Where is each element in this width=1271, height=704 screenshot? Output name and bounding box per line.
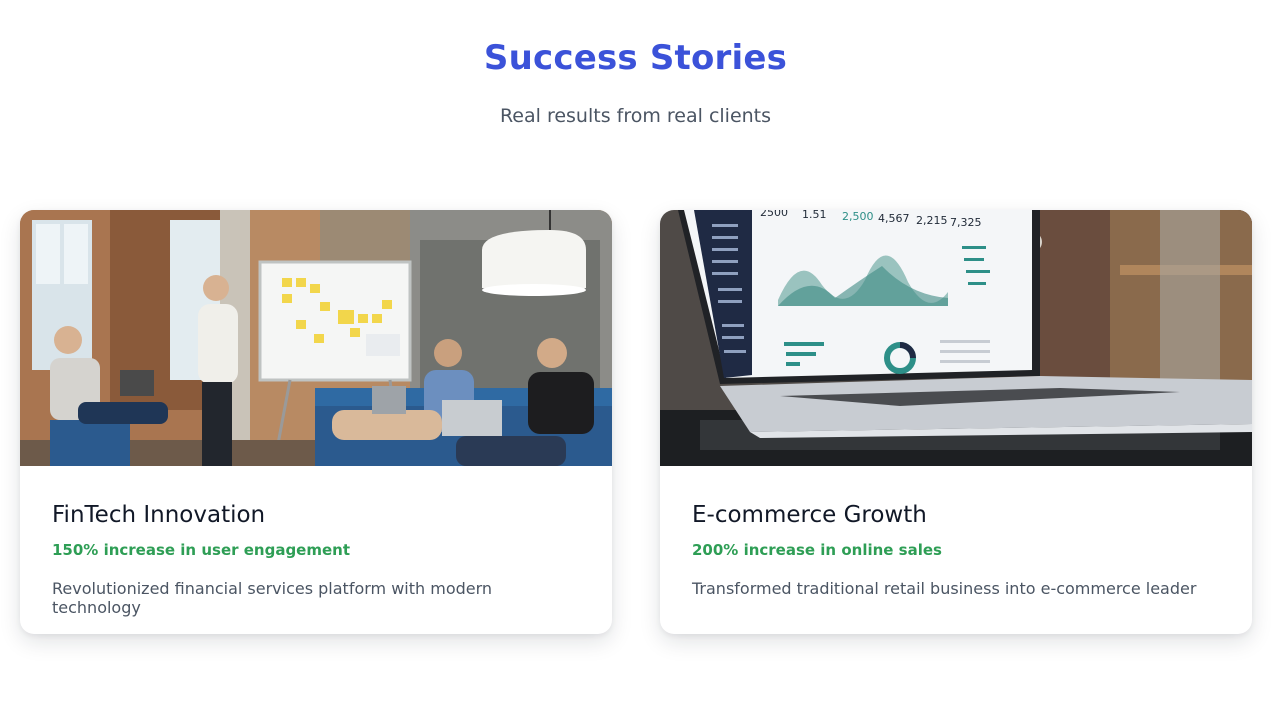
dashboard-stat: 2500 — [760, 210, 788, 219]
team-meeting-photo — [20, 210, 612, 466]
dashboard-stat: 7,325 — [950, 216, 982, 229]
section-title: Success Stories — [483, 38, 788, 78]
card-image-team-meeting — [20, 210, 612, 466]
dashboard-stat: 1.51 — [802, 210, 827, 221]
dashboard-stat: 2,500 — [842, 210, 874, 223]
section-subtitle: Real results from real clients — [499, 105, 772, 127]
card-body: FinTech Innovation 150% increase in user… — [20, 466, 612, 617]
case-study-card-ecommerce[interactable]: 2500 1.51 2,500 4,567 2,215 7,325 E-comm… — [660, 210, 1252, 634]
laptop-analytics-dashboard-photo: 2500 1.51 2,500 4,567 2,215 7,325 — [660, 210, 1252, 466]
card-metric: 150% increase in user engagement — [52, 541, 351, 559]
card-description: Transformed traditional retail business … — [692, 579, 1197, 598]
case-study-card-fintech[interactable]: FinTech Innovation 150% increase in user… — [20, 210, 612, 634]
success-stories-section: Success Stories Real results from real c… — [0, 0, 1271, 704]
dashboard-stat: 4,567 — [878, 212, 910, 225]
card-metric: 200% increase in online sales — [692, 541, 942, 559]
card-title: E-commerce Growth — [692, 502, 927, 528]
card-image-laptop-dashboard: 2500 1.51 2,500 4,567 2,215 7,325 — [660, 210, 1252, 466]
dashboard-stat: 2,215 — [916, 214, 948, 227]
card-title: FinTech Innovation — [52, 502, 266, 528]
card-description: Revolutionized financial services platfo… — [52, 579, 493, 617]
card-body: E-commerce Growth 200% increase in onlin… — [660, 466, 1252, 598]
